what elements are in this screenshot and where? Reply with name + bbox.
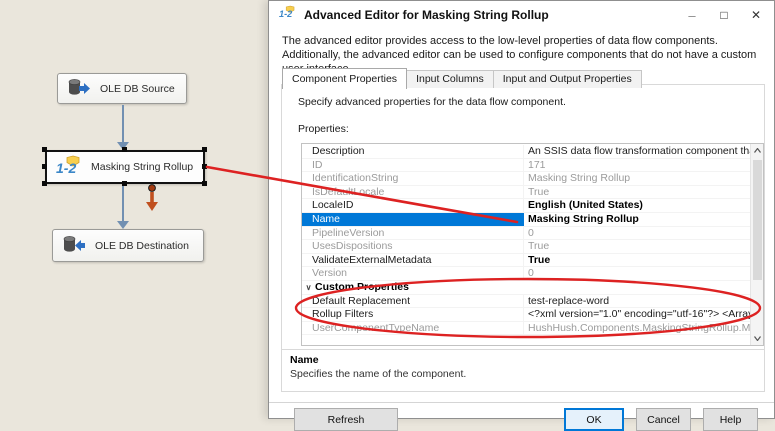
property-value[interactable]: English (United States) (524, 199, 750, 212)
property-row[interactable]: Rollup Filters<?xml version="1.0" encodi… (302, 308, 750, 322)
selection-handle[interactable] (42, 181, 47, 186)
property-grid[interactable]: DescriptionAn SSIS data flow transformat… (301, 143, 764, 346)
property-value[interactable]: Masking String Rollup (524, 172, 750, 185)
footer-separator (269, 402, 774, 404)
close-icon[interactable]: ✕ (740, 1, 772, 29)
selection-handle[interactable] (202, 164, 207, 169)
property-name: UserComponentTypeName (302, 322, 524, 335)
dataflow-connectors (0, 0, 268, 419)
property-name: Name (302, 213, 524, 226)
refresh-button[interactable]: Refresh (294, 408, 398, 431)
property-value[interactable]: <?xml version="1.0" encoding="utf-16"?> … (524, 308, 750, 321)
property-value[interactable]: True (524, 254, 750, 267)
property-name: Default Replacement (302, 295, 524, 308)
category-label: Custom Properties (315, 281, 409, 294)
property-row[interactable]: UsesDispositionsTrue (302, 240, 750, 254)
property-value[interactable]: HushHush.Components.MaskingStringRollup.… (524, 322, 750, 335)
grid-scrollbar[interactable] (750, 144, 763, 345)
selection-handle[interactable] (202, 147, 207, 152)
property-grid-rows: DescriptionAn SSIS data flow transformat… (302, 145, 750, 335)
scroll-up-icon[interactable] (751, 144, 764, 157)
advanced-editor-dialog: 1-2 Advanced Editor for Masking String R… (268, 0, 775, 419)
property-value[interactable]: True (524, 186, 750, 199)
node-label: OLE DB Source (100, 83, 175, 95)
selection-handle[interactable] (122, 181, 127, 186)
property-name: LocaleID (302, 199, 524, 212)
property-name: Version (302, 267, 524, 280)
property-row[interactable]: Version0 (302, 267, 750, 281)
properties-label: Properties: (298, 123, 349, 135)
node-label: OLE DB Destination (95, 240, 189, 252)
svg-text:1-2: 1-2 (56, 160, 76, 176)
node-oledb-source[interactable]: OLE DB Source (57, 73, 187, 104)
dialog-title: Advanced Editor for Masking String Rollu… (304, 8, 549, 22)
tab-strip: Component Properties Input Columns Input… (282, 68, 642, 88)
property-row[interactable]: PipelineVersion0 (302, 227, 750, 241)
property-category-row[interactable]: ∨Custom Properties (302, 281, 750, 295)
ok-button[interactable]: OK (564, 408, 624, 431)
maximize-icon[interactable]: □ (708, 1, 740, 29)
property-row[interactable]: LocaleIDEnglish (United States) (302, 199, 750, 213)
dialog-titlebar[interactable]: 1-2 Advanced Editor for Masking String R… (269, 1, 774, 29)
cancel-button[interactable]: Cancel (636, 408, 691, 431)
property-row[interactable]: ID171 (302, 159, 750, 173)
component-properties-page: Specify advanced properties for the data… (281, 84, 765, 392)
database-source-icon (67, 78, 91, 100)
property-name: ValidateExternalMetadata (302, 254, 524, 267)
selection-handle[interactable] (42, 147, 47, 152)
property-row[interactable]: NameMasking String Rollup (302, 213, 750, 227)
property-row[interactable]: DescriptionAn SSIS data flow transformat… (302, 145, 750, 159)
node-oledb-destination[interactable]: OLE DB Destination (52, 229, 204, 262)
property-value[interactable]: Masking String Rollup (524, 213, 750, 226)
property-value[interactable]: An SSIS data flow transformation compone… (524, 145, 750, 158)
property-value[interactable]: 171 (524, 159, 750, 172)
property-value[interactable]: test-replace-word (524, 295, 750, 308)
property-row[interactable]: Default Replacementtest-replace-word (302, 295, 750, 309)
property-name: PipelineVersion (302, 227, 524, 240)
tab-component-properties[interactable]: Component Properties (282, 68, 407, 89)
collapse-chevron-icon[interactable]: ∨ (302, 281, 315, 294)
dataflow-design-surface[interactable]: OLE DB Source 1-2 Masking String Rollup … (0, 0, 268, 419)
property-row[interactable]: IsDefaultLocaleTrue (302, 186, 750, 200)
property-name: Rollup Filters (302, 308, 524, 321)
property-row[interactable]: ValidateExternalMetadataTrue (302, 254, 750, 268)
property-name: ID (302, 159, 524, 172)
property-value[interactable]: 0 (524, 227, 750, 240)
sort-1-2-shield-icon: 1-2 (56, 155, 82, 180)
node-label: Masking String Rollup (91, 161, 193, 173)
node-masking-string-rollup[interactable]: 1-2 Masking String Rollup (45, 150, 205, 184)
property-name: UsesDispositions (302, 240, 524, 253)
selection-handle[interactable] (202, 181, 207, 186)
scroll-down-icon[interactable] (751, 332, 764, 345)
selection-handle[interactable] (122, 147, 127, 152)
page-instruction: Specify advanced properties for the data… (298, 96, 566, 108)
selection-handle[interactable] (42, 164, 47, 169)
property-name: Description (302, 145, 524, 158)
property-name: IdentificationString (302, 172, 524, 185)
scrollbar-thumb[interactable] (753, 160, 762, 280)
property-name: IsDefaultLocale (302, 186, 524, 199)
minimize-icon[interactable]: – (676, 1, 708, 29)
property-value[interactable]: True (524, 240, 750, 253)
tab-input-output-properties[interactable]: Input and Output Properties (494, 70, 642, 88)
selected-property-name: Name (290, 354, 756, 366)
property-row[interactable]: IdentificationStringMasking String Rollu… (302, 172, 750, 186)
sort-1-2-shield-icon: 1-2 (279, 5, 296, 25)
property-description-panel: Name Specifies the name of the component… (282, 349, 764, 391)
database-destination-icon (62, 235, 86, 257)
property-row[interactable]: UserComponentTypeNameHushHush.Components… (302, 322, 750, 336)
tab-input-columns[interactable]: Input Columns (407, 70, 494, 88)
help-button[interactable]: Help (703, 408, 758, 431)
property-value[interactable]: 0 (524, 267, 750, 280)
svg-text:1-2: 1-2 (279, 9, 292, 19)
selected-property-description: Specifies the name of the component. (290, 368, 756, 380)
